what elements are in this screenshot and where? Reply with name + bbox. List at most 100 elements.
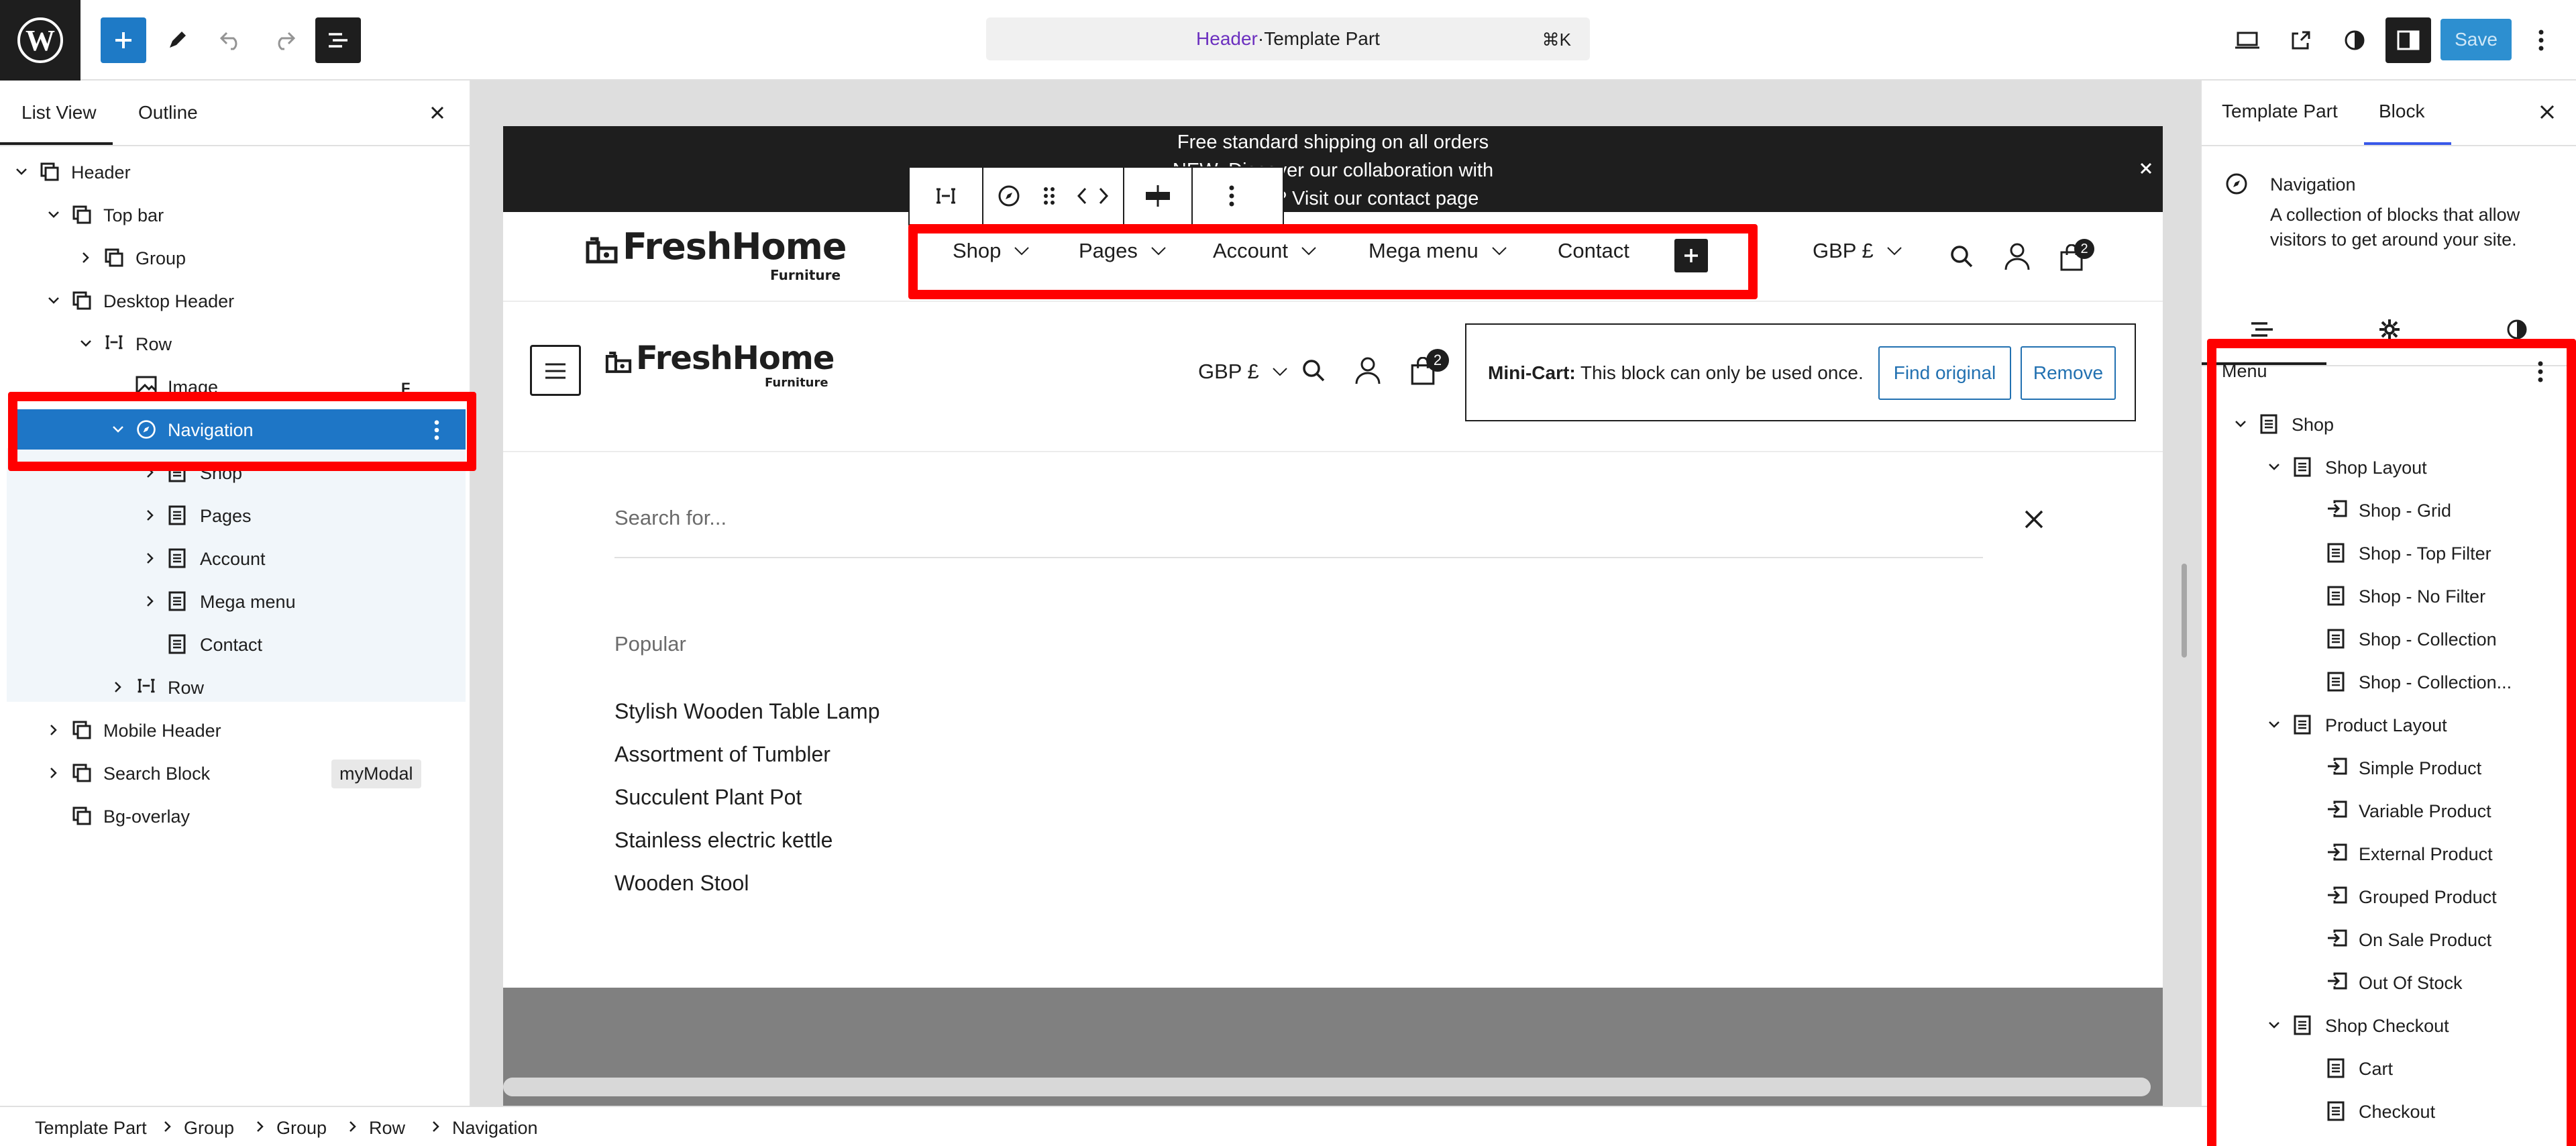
popular-item-link[interactable]: Succulent Plant Pot (614, 785, 802, 810)
popular-item-link[interactable]: Stainless electric kettle (614, 828, 833, 853)
document-overview-button[interactable] (315, 17, 361, 63)
breadcrumb-item[interactable]: Navigation (452, 1118, 538, 1139)
nav-item-shop[interactable]: Shop (953, 239, 1030, 263)
list-view-item-contact[interactable]: Contact (0, 624, 471, 664)
search-input[interactable]: Search for... (614, 506, 1983, 558)
redo-button[interactable] (262, 17, 307, 63)
tab-styles-inspector[interactable] (2477, 306, 2557, 353)
header-cart-button[interactable]: 2 (2059, 239, 2100, 274)
mobile-menu-button[interactable] (530, 345, 581, 396)
chevron-down-icon[interactable] (2266, 459, 2282, 475)
list-view-item-group[interactable]: Group (0, 238, 471, 278)
options-menu-button[interactable] (2521, 17, 2561, 63)
justification-button[interactable] (1131, 177, 1185, 215)
list-view-item-pages[interactable]: Pages (0, 495, 471, 535)
tab-block[interactable]: Block (2379, 101, 2424, 122)
parent-row-button[interactable] (910, 168, 983, 224)
list-view-item-desktop-header[interactable]: Desktop Header (0, 280, 471, 321)
popular-item-link[interactable]: Stylish Wooden Table Lamp (614, 699, 880, 724)
block-type-button[interactable] (990, 177, 1028, 215)
breadcrumb-item[interactable]: Group (276, 1118, 327, 1139)
chevron-right-icon[interactable] (46, 722, 62, 738)
list-view-item-shop[interactable]: Shop (0, 452, 471, 492)
tab-settings-inspector[interactable] (2349, 306, 2430, 353)
mobile-search-button[interactable] (1300, 357, 1327, 384)
list-view-item-image[interactable]: Image F (0, 366, 471, 407)
chevron-down-icon[interactable] (110, 421, 126, 437)
breadcrumb-item[interactable]: Group (184, 1118, 234, 1139)
canvas-scrollbar-horizontal[interactable] (503, 1078, 2151, 1096)
mobile-cart-button[interactable]: 2 (1410, 349, 1453, 389)
nav-item-mega-menu[interactable]: Mega menu (1368, 239, 1508, 263)
chevron-right-icon[interactable] (142, 507, 158, 523)
find-original-button[interactable]: Find original (1878, 346, 2011, 400)
undo-button[interactable] (208, 17, 254, 63)
chevron-right-icon[interactable] (46, 765, 62, 781)
list-view-item-top-bar[interactable]: Top bar (0, 195, 471, 235)
add-nav-item-button[interactable] (1674, 239, 1708, 272)
popular-item-link[interactable]: Assortment of Tumbler (614, 742, 830, 767)
mobile-currency-switcher[interactable]: GBP £ (1198, 360, 1289, 384)
popular-item-link[interactable]: Wooden Stool (614, 871, 749, 896)
nav-item-contact[interactable]: Contact (1558, 239, 1629, 263)
currency-switcher[interactable]: GBP £ (1813, 239, 1903, 263)
chevron-right-icon[interactable] (78, 250, 94, 266)
move-left-right-button[interactable] (1069, 177, 1116, 215)
chevron-down-icon[interactable] (2266, 1017, 2282, 1033)
chevron-right-icon[interactable] (142, 550, 158, 566)
list-view-item-bg-overlay[interactable]: Bg-overlay (0, 796, 471, 836)
close-panel-button[interactable] (427, 102, 448, 123)
announcement-close-button[interactable] (2137, 160, 2155, 177)
list-view-item-mega-menu[interactable]: Mega menu (0, 581, 471, 621)
site-logo[interactable]: FreshHome Furniture (584, 225, 852, 290)
breadcrumb-item[interactable]: Row (369, 1118, 405, 1139)
tab-list-view-inspector[interactable] (2222, 306, 2302, 353)
chevron-down-icon[interactable] (2233, 416, 2249, 432)
more-vertical-icon[interactable] (433, 419, 440, 441)
list-view-item-search-block[interactable]: Search Block myModal (0, 753, 471, 793)
add-block-button[interactable] (101, 17, 146, 63)
view-fullscreen-button[interactable] (2278, 17, 2324, 63)
chevron-right-icon[interactable] (110, 679, 126, 695)
breadcrumb-item[interactable]: Template Part (35, 1118, 147, 1139)
header-account-button[interactable] (2003, 242, 2031, 271)
more-vertical-icon (2538, 30, 2544, 51)
nav-item-account[interactable]: Account (1213, 239, 1318, 263)
remove-button[interactable]: Remove (2021, 346, 2116, 400)
close-sidebar-button[interactable] (2537, 102, 2557, 122)
canvas-scrollbar-vertical[interactable] (2182, 564, 2187, 658)
close-search-button[interactable] (2022, 507, 2046, 531)
nav-item-pages[interactable]: Pages (1079, 239, 1167, 263)
chevron-down-icon[interactable] (2266, 717, 2282, 733)
device-preview-button[interactable] (2224, 17, 2270, 63)
save-button[interactable]: Save (2440, 19, 2512, 60)
tab-list-view[interactable]: List View (21, 102, 97, 123)
header-search-button[interactable] (1948, 243, 1975, 270)
chevron-down-icon[interactable] (78, 335, 94, 352)
list-view-item-label: Image (168, 377, 219, 397)
command-palette-button[interactable]: Header · Template Part ⌘K (986, 17, 1590, 60)
list-view-item-header[interactable]: Header (0, 152, 471, 192)
tools-button[interactable] (154, 17, 200, 63)
menu-options-button[interactable] (2537, 360, 2557, 384)
chevron-down-icon[interactable] (46, 207, 62, 223)
mobile-site-logo[interactable]: FreshHome Furniture (604, 340, 845, 397)
list-view-item-row[interactable]: Row (0, 667, 471, 707)
list-view-item-mobile-header[interactable]: Mobile Header (0, 710, 471, 750)
drag-handle[interactable] (1036, 177, 1063, 215)
mobile-account-button[interactable] (1354, 356, 1382, 385)
menu-item-label: Shop (2292, 415, 2334, 435)
chevron-right-icon[interactable] (142, 593, 158, 609)
styles-button[interactable] (2332, 17, 2377, 63)
wordpress-logo-button[interactable]: W (0, 0, 80, 81)
chevron-down-icon[interactable] (46, 293, 62, 309)
chevron-down-icon[interactable] (13, 164, 30, 180)
settings-sidebar-button[interactable] (2385, 17, 2431, 63)
list-view-item-account[interactable]: Account (0, 538, 471, 578)
tab-outline[interactable]: Outline (138, 102, 198, 123)
chevron-right-icon[interactable] (142, 464, 158, 480)
list-view-item-row[interactable]: Row (0, 323, 471, 364)
list-view-item-navigation[interactable]: Navigation (9, 409, 466, 450)
tab-template-part[interactable]: Template Part (2222, 101, 2338, 122)
block-options-button[interactable] (1205, 177, 1258, 215)
